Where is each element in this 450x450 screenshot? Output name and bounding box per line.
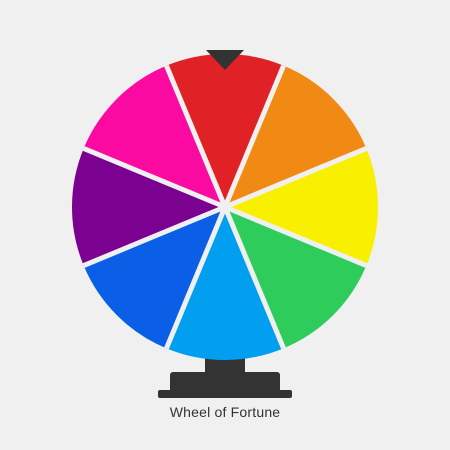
wheel-of-fortune-illustration xyxy=(72,50,378,398)
stand-foot xyxy=(158,390,292,398)
wheel-title: Wheel of Fortune xyxy=(169,404,281,420)
wheel[interactable] xyxy=(72,54,378,360)
wheel-hub xyxy=(221,203,229,211)
